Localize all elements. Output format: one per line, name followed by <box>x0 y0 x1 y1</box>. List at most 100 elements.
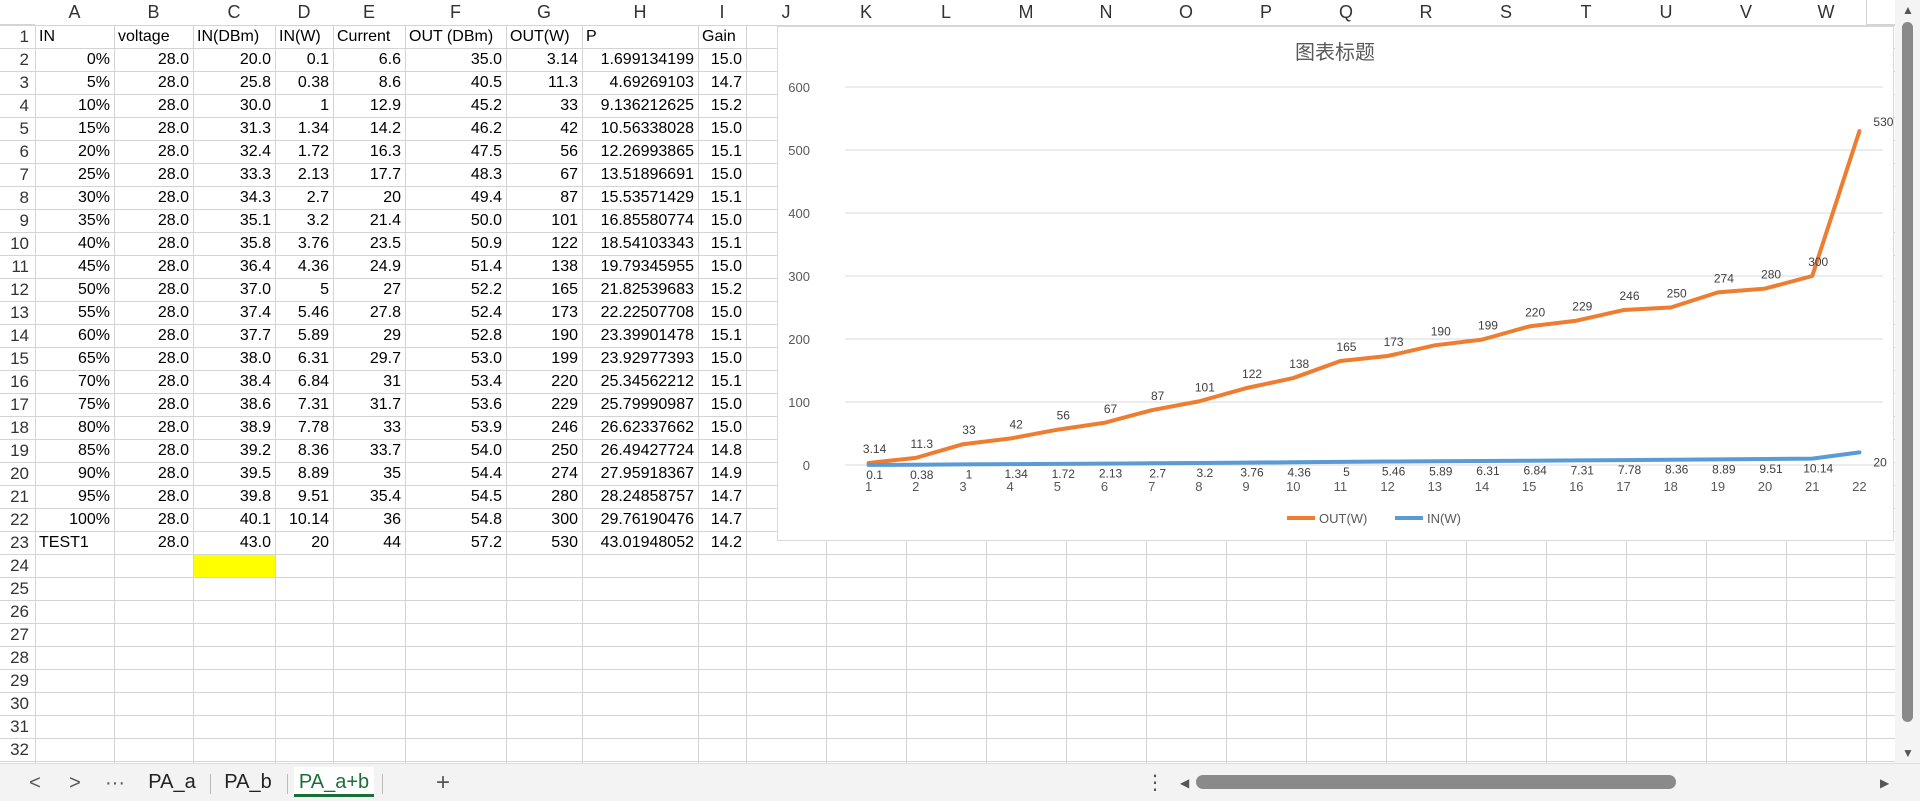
column-header-j[interactable]: J <box>746 0 826 25</box>
data-cell[interactable]: 50.0 <box>405 209 506 232</box>
data-cell[interactable]: 0.38 <box>275 71 333 94</box>
data-cell[interactable]: 7.78 <box>275 416 333 439</box>
data-cell[interactable]: 122 <box>506 232 582 255</box>
row-header-31[interactable]: 31 <box>0 715 35 738</box>
column-header-d[interactable]: D <box>275 0 333 25</box>
header-cell[interactable]: Current <box>333 25 405 48</box>
column-header-o[interactable]: O <box>1146 0 1226 25</box>
vertical-scrollbar[interactable]: ▲ ▼ <box>1895 0 1920 763</box>
data-cell[interactable]: 90% <box>35 462 114 485</box>
data-cell[interactable]: 5% <box>35 71 114 94</box>
data-cell[interactable]: 21.4 <box>333 209 405 232</box>
add-sheet-icon[interactable]: + <box>428 770 458 796</box>
tab-pa-a-b[interactable]: PA_a+b <box>294 767 374 797</box>
row-header-8[interactable]: 8 <box>0 186 35 209</box>
data-cell[interactable]: 44 <box>333 531 405 554</box>
data-cell[interactable]: 47.5 <box>405 140 506 163</box>
data-cell[interactable]: 28.0 <box>114 439 193 462</box>
data-cell[interactable]: 7.31 <box>275 393 333 416</box>
data-cell[interactable]: 17.7 <box>333 163 405 186</box>
data-cell[interactable]: 6.6 <box>333 48 405 71</box>
data-cell[interactable]: 5.89 <box>275 324 333 347</box>
data-cell[interactable]: 35 <box>333 462 405 485</box>
row-header-14[interactable]: 14 <box>0 324 35 347</box>
data-cell[interactable]: 60% <box>35 324 114 347</box>
data-cell[interactable]: 13.51896691 <box>582 163 698 186</box>
scroll-right-arrow-icon[interactable]: ▶ <box>1880 777 1889 789</box>
data-cell[interactable]: 23.39901478 <box>582 324 698 347</box>
row-header-4[interactable]: 4 <box>0 94 35 117</box>
data-cell[interactable]: 5.46 <box>275 301 333 324</box>
data-cell[interactable]: 40.5 <box>405 71 506 94</box>
column-header-v[interactable]: V <box>1706 0 1786 25</box>
column-header-r[interactable]: R <box>1386 0 1466 25</box>
scroll-down-arrow-icon[interactable]: ▼ <box>1902 747 1914 759</box>
column-header-e[interactable]: E <box>333 0 405 25</box>
data-cell[interactable]: 40.1 <box>193 508 275 531</box>
data-cell[interactable]: 38.0 <box>193 347 275 370</box>
data-cell[interactable]: 274 <box>506 462 582 485</box>
data-cell[interactable]: 51.4 <box>405 255 506 278</box>
data-cell[interactable]: 190 <box>506 324 582 347</box>
data-cell[interactable]: 30% <box>35 186 114 209</box>
data-cell[interactable]: 2.13 <box>275 163 333 186</box>
tab-pa-b[interactable]: PA_b <box>218 767 278 797</box>
data-cell[interactable]: 28.0 <box>114 347 193 370</box>
data-cell[interactable]: 39.5 <box>193 462 275 485</box>
data-cell[interactable]: 3.2 <box>275 209 333 232</box>
data-cell[interactable]: 220 <box>506 370 582 393</box>
column-header-f[interactable]: F <box>405 0 506 25</box>
data-cell[interactable]: 100% <box>35 508 114 531</box>
data-cell[interactable]: 31.3 <box>193 117 275 140</box>
data-cell[interactable]: 40% <box>35 232 114 255</box>
data-cell[interactable]: 53.4 <box>405 370 506 393</box>
row-header-2[interactable]: 2 <box>0 48 35 71</box>
column-header-m[interactable]: M <box>986 0 1066 25</box>
options-icon[interactable]: ⋮ <box>1140 770 1170 796</box>
data-cell[interactable]: 15.1 <box>698 140 746 163</box>
row-header-30[interactable]: 30 <box>0 692 35 715</box>
data-cell[interactable]: 31.7 <box>333 393 405 416</box>
data-cell[interactable]: 0.1 <box>275 48 333 71</box>
row-header-10[interactable]: 10 <box>0 232 35 255</box>
column-header-t[interactable]: T <box>1546 0 1626 25</box>
data-cell[interactable]: 67 <box>506 163 582 186</box>
data-cell[interactable]: 25.8 <box>193 71 275 94</box>
tab-pa-a[interactable]: PA_a <box>142 767 202 797</box>
data-cell[interactable]: 46.2 <box>405 117 506 140</box>
row-header-9[interactable]: 9 <box>0 209 35 232</box>
data-cell[interactable]: 35.8 <box>193 232 275 255</box>
data-cell[interactable]: 85% <box>35 439 114 462</box>
data-cell[interactable]: 199 <box>506 347 582 370</box>
data-cell[interactable]: 36.4 <box>193 255 275 278</box>
data-cell[interactable]: 65% <box>35 347 114 370</box>
data-cell[interactable]: 53.0 <box>405 347 506 370</box>
data-cell[interactable]: 28.0 <box>114 209 193 232</box>
data-cell[interactable]: 16.3 <box>333 140 405 163</box>
data-cell[interactable]: 32.4 <box>193 140 275 163</box>
prev-sheet-icon[interactable]: < <box>20 770 50 796</box>
column-header-q[interactable]: Q <box>1306 0 1386 25</box>
row-header-16[interactable]: 16 <box>0 370 35 393</box>
data-cell[interactable]: 38.9 <box>193 416 275 439</box>
data-cell[interactable]: 28.0 <box>114 163 193 186</box>
data-cell[interactable]: 15.0 <box>698 347 746 370</box>
data-cell[interactable]: 14.7 <box>698 485 746 508</box>
data-cell[interactable]: 14.2 <box>333 117 405 140</box>
data-cell[interactable]: 28.0 <box>114 48 193 71</box>
column-header-c[interactable]: C <box>193 0 275 25</box>
column-header-n[interactable]: N <box>1066 0 1146 25</box>
highlighted-cell[interactable] <box>194 555 275 577</box>
data-cell[interactable]: 53.6 <box>405 393 506 416</box>
data-cell[interactable]: 280 <box>506 485 582 508</box>
row-header-5[interactable]: 5 <box>0 117 35 140</box>
data-cell[interactable]: 54.8 <box>405 508 506 531</box>
data-cell[interactable]: 34.3 <box>193 186 275 209</box>
data-cell[interactable]: 530 <box>506 531 582 554</box>
row-header-22[interactable]: 22 <box>0 508 35 531</box>
data-cell[interactable]: 1.699134199 <box>582 48 698 71</box>
data-cell[interactable]: 95% <box>35 485 114 508</box>
data-cell[interactable]: 28.24858757 <box>582 485 698 508</box>
data-cell[interactable]: 15.0 <box>698 255 746 278</box>
data-cell[interactable]: 57.2 <box>405 531 506 554</box>
